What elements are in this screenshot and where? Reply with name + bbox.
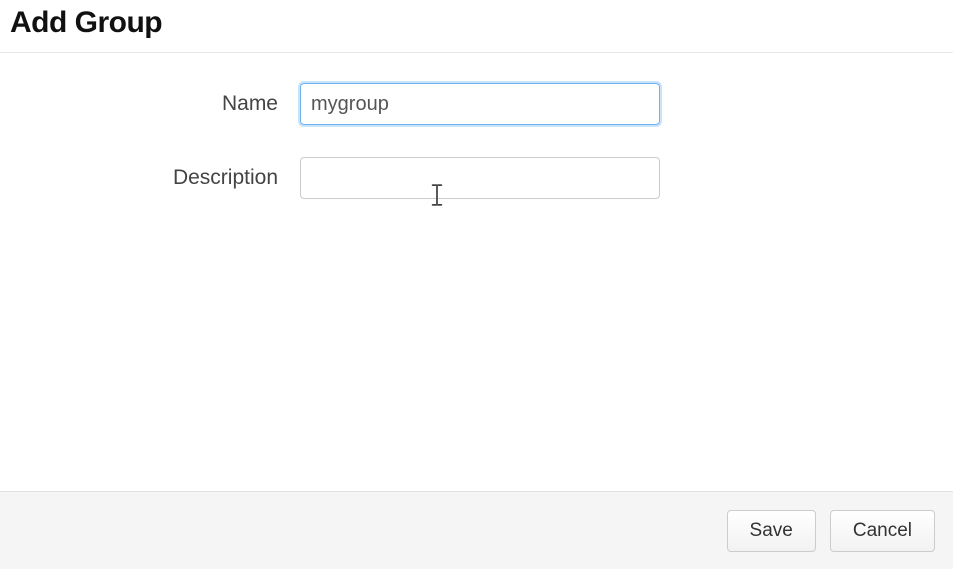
cancel-button[interactable]: Cancel (830, 510, 935, 552)
save-button[interactable]: Save (727, 510, 816, 552)
description-input[interactable] (300, 157, 660, 199)
name-input[interactable] (300, 83, 660, 125)
form-area: Name Description (0, 53, 953, 241)
description-label: Description (10, 166, 300, 190)
page-title: Add Group (10, 6, 943, 40)
dialog-footer: Save Cancel (0, 491, 953, 569)
form-row-description: Description (10, 157, 943, 199)
form-row-name: Name (10, 83, 943, 125)
dialog-header: Add Group (0, 0, 953, 53)
name-label: Name (10, 92, 300, 116)
